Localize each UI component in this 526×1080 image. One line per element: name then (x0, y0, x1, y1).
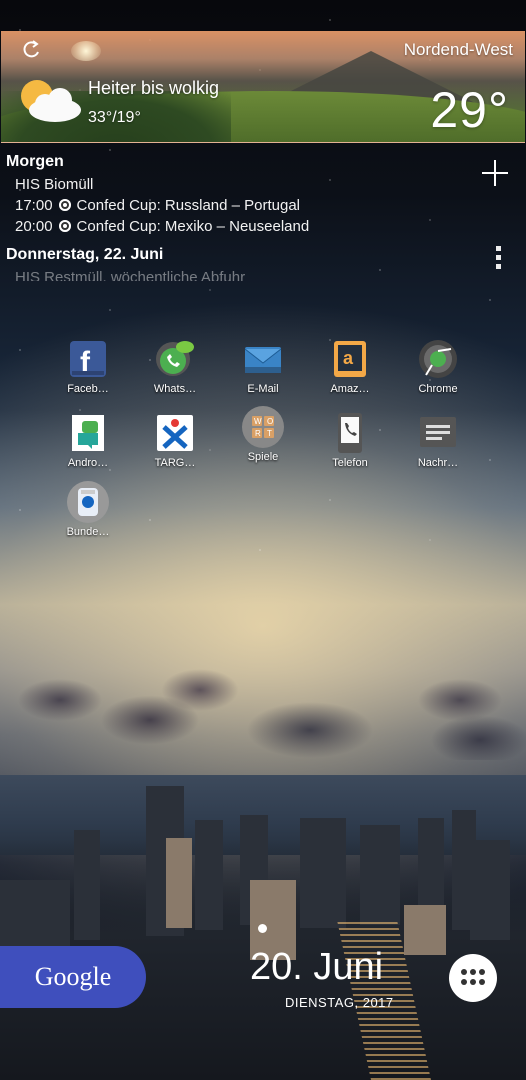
app-phone[interactable]: Telefon (310, 413, 390, 469)
wallpaper-building (360, 825, 400, 925)
bundesliga-icon (66, 480, 110, 524)
sun-glow (71, 41, 101, 61)
partly-cloudy-icon (21, 80, 81, 122)
wallpaper-building (195, 820, 223, 930)
wallpaper-building (74, 830, 100, 940)
agenda-event[interactable]: 20:00 Confed Cup: Mexiko – Neuseeland (15, 218, 309, 235)
app-target[interactable]: TARG… (135, 413, 215, 469)
wallpaper-building (470, 840, 510, 940)
app-label: Telefon (332, 457, 368, 469)
page-indicator-dot[interactable] (258, 924, 267, 933)
agenda-event[interactable]: 17:00 Confed Cup: Russland – Portugal (15, 197, 300, 214)
games-icon: WORT (241, 405, 285, 449)
app-android[interactable]: Andro… (48, 413, 128, 469)
event-title: Confed Cup: Russland – Portugal (76, 197, 301, 214)
app-whatsapp[interactable]: Whats… (135, 339, 215, 395)
android-icon (68, 413, 108, 453)
app-messages[interactable]: Nachr… (398, 413, 478, 469)
svg-text:W: W (254, 417, 262, 426)
google-search-button[interactable]: Google (0, 946, 146, 1008)
app-amazon[interactable]: a Amaz… (310, 339, 390, 395)
app-facebook[interactable]: f Faceb… (48, 339, 128, 395)
wallpaper-clouds (0, 640, 526, 760)
app-email[interactable]: E-Mail (223, 339, 303, 395)
weather-condition: Heiter bis wolkig (88, 78, 220, 98)
football-icon (58, 220, 71, 232)
wallpaper-building (300, 818, 346, 928)
agenda-event[interactable]: HIS Restmüll, wöchentliche Abfuhr (15, 269, 245, 281)
app-drawer-button[interactable] (449, 954, 497, 1002)
clock-date[interactable]: 20. Juni (250, 946, 383, 989)
weather-location: Nordend-West (403, 40, 513, 59)
target-icon (155, 413, 195, 453)
email-icon (243, 339, 283, 379)
wallpaper-building (166, 838, 192, 928)
svg-text:O: O (267, 417, 273, 426)
app-label: Chrome (418, 383, 458, 395)
agenda-day-title: Morgen (6, 153, 64, 170)
whatsapp-icon (155, 339, 195, 379)
weather-high-low: 33°/19° (88, 109, 141, 126)
event-time: 20:00 (15, 218, 53, 235)
more-options-icon[interactable] (496, 246, 502, 272)
refresh-icon[interactable] (21, 39, 43, 61)
app-bundesliga[interactable]: Bunde… (48, 480, 128, 538)
app-label: Nachr… (417, 457, 459, 469)
app-label: Andro… (67, 457, 109, 469)
amazon-icon: a (330, 339, 370, 379)
phone-icon (330, 413, 370, 453)
weather-widget[interactable]: Heiter bis wolkig 33°/19° Nordend-West 2… (1, 31, 525, 143)
wallpaper-building (404, 905, 446, 955)
app-label: Whats… (153, 383, 197, 395)
svg-text:a: a (343, 348, 354, 368)
weather-temperature: 29° (430, 82, 509, 138)
chrome-icon (418, 339, 458, 379)
clock-weekday: DIENSTAG, 2017 (285, 995, 394, 1010)
app-label: TARG… (154, 457, 196, 469)
agenda-event[interactable]: HIS Biomüll (15, 176, 93, 193)
facebook-icon: f (68, 339, 108, 379)
app-label: Spiele (247, 451, 279, 463)
svg-text:T: T (267, 429, 272, 438)
event-time: 17:00 (15, 197, 53, 214)
wallpaper-building (0, 880, 70, 950)
app-games[interactable]: WORT Spiele (223, 405, 303, 463)
app-label: E-Mail (247, 383, 279, 395)
svg-text:R: R (255, 429, 261, 438)
football-icon (58, 199, 71, 211)
agenda-day-title: Donnerstag, 22. Juni (6, 246, 164, 263)
app-chrome[interactable]: Chrome (398, 339, 478, 395)
app-label: Faceb… (67, 383, 109, 395)
add-event-icon[interactable] (482, 160, 508, 186)
messages-icon (418, 413, 458, 453)
app-label: Amaz… (330, 383, 370, 395)
app-label: Bunde… (66, 526, 110, 538)
event-title: Confed Cup: Mexiko – Neuseeland (76, 218, 310, 235)
